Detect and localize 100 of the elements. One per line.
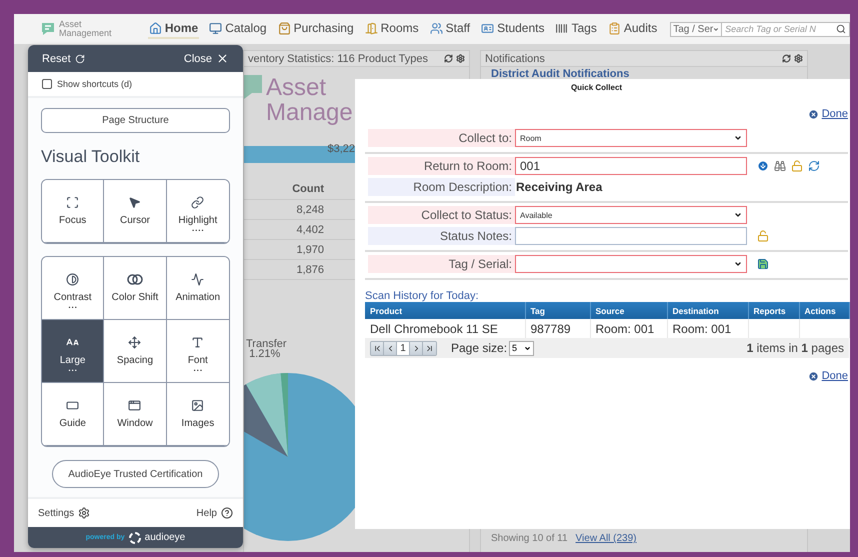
shortcuts-checkbox[interactable]: Show shortcuts (d) (28, 72, 243, 98)
search-icon[interactable] (836, 24, 846, 34)
done-link[interactable]: Done (808, 108, 848, 120)
reset-icon (74, 54, 85, 64)
reset-button[interactable]: Reset (42, 52, 85, 64)
image-icon (191, 399, 204, 412)
help-button[interactable]: Help (196, 507, 233, 519)
certification-button[interactable]: AudioEye Trusted Certification (52, 460, 219, 488)
field-label: Collect to Status: (368, 206, 515, 224)
table-cell-text: 4,402 (295, 224, 324, 236)
next-page-button[interactable] (410, 342, 423, 354)
checkbox[interactable] (42, 79, 52, 89)
nav-link[interactable]: Staff (428, 19, 472, 39)
search-type-dropdown[interactable]: Tag / Ser (670, 22, 722, 36)
input-field[interactable] (515, 227, 747, 245)
dropdown-field[interactable]: Room (515, 129, 747, 147)
help-icon (221, 507, 233, 519)
caret-icon (713, 26, 720, 32)
dropdown-field[interactable] (515, 255, 747, 273)
font-icon (191, 336, 204, 349)
tool-button[interactable]: Guide (42, 383, 104, 446)
field-value: Receiving Area (515, 180, 602, 194)
section-heading: Visual Toolkit (41, 147, 141, 167)
settings-icon (78, 507, 90, 519)
section-title: Scan History for Today: (365, 290, 480, 302)
nav-link[interactable]: Rooms (364, 19, 420, 39)
link-icon (191, 196, 204, 209)
page-button[interactable]: 1 (397, 342, 410, 354)
search-field[interactable]: Search Tag or Serial N (722, 22, 850, 36)
pulse-icon (191, 273, 204, 286)
focus-icon (66, 196, 80, 209)
close-button[interactable]: Close (184, 52, 229, 65)
field-label: Collect to: (368, 129, 515, 147)
panel-title: Notifications (485, 52, 545, 64)
refresh-icon[interactable] (808, 160, 820, 172)
clipboard-icon (608, 22, 621, 34)
save-icon[interactable] (757, 258, 769, 270)
settings-button[interactable]: Settings (38, 507, 90, 519)
monitor-icon (209, 22, 222, 34)
download-icon[interactable] (757, 160, 769, 172)
chart-label: Transfer 1.21% (246, 339, 288, 359)
column-header: Actions (799, 302, 849, 319)
cursor-icon (128, 196, 142, 209)
input-field[interactable]: 001 (515, 157, 747, 175)
field-label: Return to Room: (368, 157, 515, 175)
nav-link[interactable]: Catalog (208, 19, 268, 39)
close-icon (808, 370, 819, 382)
dialog-title: Quick Collect (570, 83, 622, 92)
door-icon (364, 22, 378, 34)
nav-link[interactable]: Students (480, 19, 546, 39)
tool-button[interactable]: Cursor (104, 180, 167, 243)
done-link[interactable]: Done (808, 370, 848, 382)
section-title: District Audit Notifications (490, 67, 630, 81)
last-page-button[interactable] (423, 342, 436, 354)
tool-button[interactable]: Images (166, 383, 229, 446)
color-shift-icon (126, 273, 143, 286)
logo-text: Asset Management (59, 20, 112, 38)
people-icon (430, 22, 443, 34)
caret-icon (734, 134, 742, 142)
nav-link[interactable]: Audits (606, 19, 658, 39)
nav-link[interactable]: Purchasing (276, 19, 355, 39)
nav-link[interactable]: Home (148, 19, 200, 39)
last-page-icon (425, 344, 434, 352)
settings-icon[interactable] (456, 54, 465, 63)
page-size-dropdown[interactable]: 5 (509, 340, 534, 356)
guide-icon (66, 399, 80, 412)
settings-icon[interactable] (794, 54, 803, 63)
page-structure-button[interactable]: Page Structure (41, 108, 230, 133)
view-all-link[interactable]: View All (239) (576, 533, 637, 544)
nav-link[interactable]: Tags (554, 19, 598, 39)
column-header: Count (291, 183, 324, 197)
logo-icon (40, 21, 56, 37)
column-header: Product (365, 302, 525, 319)
close-icon (216, 52, 229, 65)
column-header: Tag (525, 302, 590, 319)
binoculars-icon[interactable] (774, 160, 786, 172)
item-count: Showing 10 of 11 (491, 533, 568, 544)
window-icon (128, 399, 142, 412)
table-cell-text: 1,970 (295, 244, 324, 256)
caret-icon (524, 344, 532, 352)
column-header: Reports (748, 302, 799, 319)
tool-button[interactable]: Animation (166, 257, 229, 320)
move-arrows-icon (128, 336, 142, 349)
previous-page-button[interactable] (384, 342, 397, 354)
first-page-button[interactable] (371, 342, 384, 354)
dropdown-field[interactable]: Available (515, 206, 747, 224)
tool-button[interactable]: Window (104, 383, 167, 446)
field-label: Room Description: (368, 178, 515, 196)
tool-button[interactable]: Spacing (104, 320, 167, 383)
checkbox-label: Show shortcuts (d) (57, 79, 132, 89)
field-label: Status Notes: (368, 227, 515, 245)
refresh-icon[interactable] (444, 54, 453, 63)
tool-button[interactable]: Color Shift (104, 257, 167, 320)
brand-logo-icon (128, 532, 141, 544)
pager-summary: 1 items in 1 pages (746, 341, 844, 355)
refresh-icon[interactable] (782, 54, 791, 63)
first-page-icon (372, 344, 382, 352)
tool-button[interactable]: Focus (42, 180, 104, 243)
close-icon (808, 108, 819, 120)
table-cell-text: 1,876 (295, 264, 324, 276)
